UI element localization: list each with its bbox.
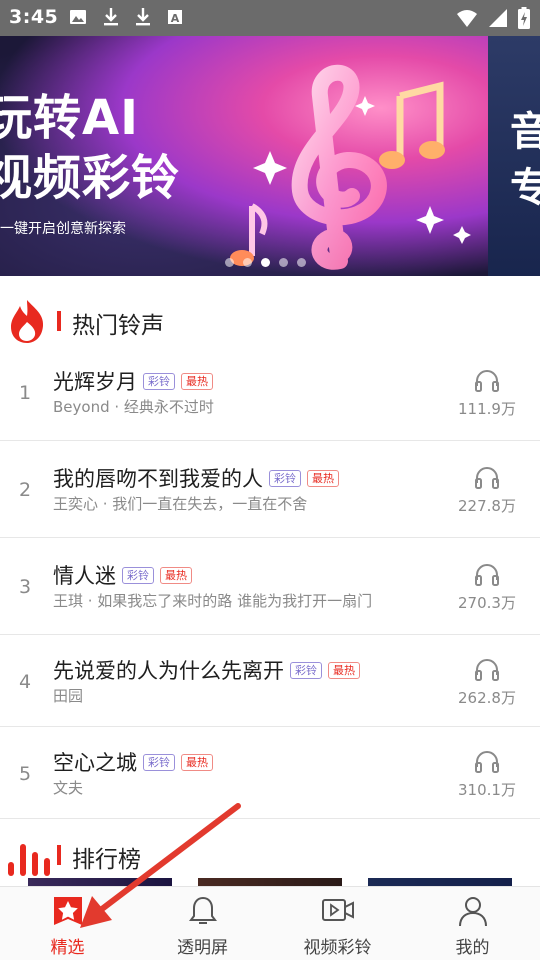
- play-count-value: 310.1万: [458, 781, 516, 799]
- font-notification-icon: A: [168, 10, 182, 25]
- carousel-dots[interactable]: [225, 258, 306, 267]
- play-count-value: 227.8万: [458, 497, 516, 515]
- nav-tab-video-ringtone[interactable]: 视频彩铃: [270, 887, 405, 960]
- hot-tag: 最热: [328, 662, 360, 679]
- video-icon: [321, 899, 354, 921]
- carousel-dot[interactable]: [279, 258, 288, 267]
- hot-ringtones-header: 热门铃声: [0, 296, 540, 346]
- banner-subtitle: 一键开启创意新探索: [0, 221, 126, 237]
- song-desc: 王琪 · 如果我忘了来时的路 谁能为我打开一扇门: [53, 592, 373, 610]
- song-rank: 2: [19, 479, 32, 501]
- song-desc: 王奕心 · 我们一直在失去，一直在不舍: [53, 495, 308, 513]
- signal-icon: [489, 9, 507, 27]
- play-count: 227.8万: [452, 465, 522, 516]
- song-desc: Beyond · 经典永不过时: [53, 398, 214, 416]
- song-rank: 1: [19, 382, 32, 404]
- song-rank: 4: [19, 671, 32, 693]
- song-title: 情人迷: [53, 564, 116, 588]
- nav-tab-label: 视频彩铃: [303, 938, 372, 958]
- banner-title-line1: 玩转AI: [0, 90, 140, 146]
- hot-tag: 最热: [181, 754, 213, 771]
- play-count: 310.1万: [452, 749, 522, 800]
- chart-thumbnail[interactable]: [28, 878, 172, 886]
- ringtone-tag: 彩铃: [143, 373, 175, 390]
- song-title-line: 光辉岁月 彩铃 最热: [53, 366, 213, 396]
- play-count: 111.9万: [452, 368, 522, 419]
- banner-slide-current[interactable]: 玩转AI 视频彩铃 一键开启创意新探索: [0, 36, 488, 276]
- play-count-value: 262.8万: [458, 689, 516, 707]
- nav-tab-label: 透明屏: [177, 938, 228, 958]
- download-icon-2: [136, 8, 150, 26]
- song-title-line: 空心之城 彩铃 最热: [53, 747, 213, 777]
- hot-tag: 最热: [307, 470, 339, 487]
- headphones-icon: [475, 751, 499, 773]
- flame-icon: [11, 300, 44, 343]
- section-accent-bar: [57, 311, 61, 331]
- nav-tab-label: 我的: [455, 938, 490, 958]
- charts-section-title: 排行榜: [72, 847, 141, 873]
- promo-banner[interactable]: 玩转AI 视频彩铃 一键开启创意新探索 音 专: [0, 36, 540, 276]
- song-rank: 5: [19, 763, 32, 785]
- ringtone-tag: 彩铃: [143, 754, 175, 771]
- song-rank: 3: [19, 576, 32, 598]
- song-row[interactable]: 2 我的唇吻不到我爱的人 彩铃 最热 王奕心 · 我们一直在失去，一直在不舍 227…: [0, 441, 540, 538]
- image-notification-icon: [70, 10, 86, 24]
- song-title: 我的唇吻不到我爱的人: [53, 467, 263, 491]
- star-badge-icon: [53, 897, 82, 925]
- carousel-dot-active[interactable]: [261, 258, 270, 267]
- play-count: 262.8万: [452, 657, 522, 708]
- song-title: 先说爱的人为什么先离开: [53, 659, 284, 683]
- chart-thumbnail[interactable]: [198, 878, 342, 886]
- headphones-icon: [475, 564, 499, 586]
- play-count: 270.3万: [452, 562, 522, 613]
- battery-charging-icon: [518, 7, 530, 29]
- ringtone-tag: 彩铃: [122, 567, 154, 584]
- ringtone-tag: 彩铃: [269, 470, 301, 487]
- banner-next-text: 音专: [510, 109, 540, 211]
- bar-chart-icon: [8, 844, 50, 876]
- music-note-art-icon: [230, 64, 471, 270]
- user-icon: [458, 897, 487, 927]
- song-title-line: 我的唇吻不到我爱的人 彩铃 最热: [53, 463, 339, 493]
- status-time: 3:45: [9, 6, 59, 28]
- ringtone-tag: 彩铃: [290, 662, 322, 679]
- song-row[interactable]: 3 情人迷 彩铃 最热 王琪 · 如果我忘了来时的路 谁能为我打开一扇门 270.3…: [0, 538, 540, 635]
- hot-section-title: 热门铃声: [72, 313, 164, 339]
- song-title-line: 先说爱的人为什么先离开 彩铃 最热: [53, 655, 360, 685]
- play-count-value: 270.3万: [458, 594, 516, 612]
- nav-tab-transparent-screen[interactable]: 透明屏: [135, 887, 270, 960]
- chart-thumbnail[interactable]: [368, 878, 512, 886]
- bottom-nav: 精选 透明屏 视频彩铃 我的: [0, 886, 540, 960]
- nav-tab-featured[interactable]: 精选: [0, 887, 135, 960]
- section-accent-bar: [57, 845, 61, 865]
- banner-title: 玩转AI 视频彩铃: [0, 88, 180, 208]
- song-row[interactable]: 5 空心之城 彩铃 最热 文夫 310.1万: [0, 727, 540, 819]
- song-desc: 田园: [53, 687, 84, 705]
- carousel-dot[interactable]: [297, 258, 306, 267]
- nav-tab-profile[interactable]: 我的: [405, 887, 540, 960]
- song-row[interactable]: 1 光辉岁月 彩铃 最热 Beyond · 经典永不过时 111.9万: [0, 346, 540, 441]
- download-icon: [104, 8, 118, 26]
- song-title: 空心之城: [53, 751, 137, 775]
- carousel-dot[interactable]: [243, 258, 252, 267]
- svg-text:A: A: [171, 12, 180, 25]
- wifi-icon: [457, 10, 477, 27]
- hot-tag: 最热: [160, 567, 192, 584]
- charts-header: 排行榜: [0, 830, 540, 880]
- banner-title-line2: 视频彩铃: [0, 150, 181, 206]
- song-row[interactable]: 4 先说爱的人为什么先离开 彩铃 最热 田园 262.8万: [0, 635, 540, 727]
- nav-tab-label: 精选: [50, 938, 85, 958]
- song-desc: 文夫: [53, 779, 84, 797]
- status-bar: 3:45 A: [0, 0, 540, 36]
- banner-slide-next[interactable]: 音专: [488, 36, 540, 276]
- song-title-line: 情人迷 彩铃 最热: [53, 560, 192, 590]
- song-title: 光辉岁月: [53, 370, 137, 394]
- carousel-dot[interactable]: [225, 258, 234, 267]
- headphones-icon: [475, 659, 499, 681]
- hot-tag: 最热: [181, 373, 213, 390]
- bell-icon: [188, 896, 217, 924]
- play-count-value: 111.9万: [458, 400, 516, 418]
- headphones-icon: [475, 370, 499, 392]
- headphones-icon: [475, 467, 499, 489]
